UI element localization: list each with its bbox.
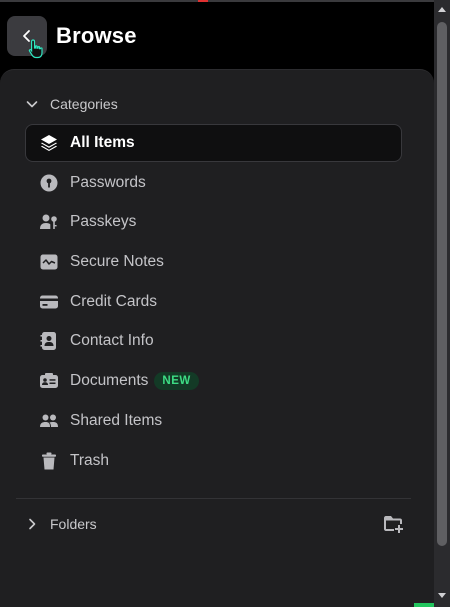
layers-icon — [38, 132, 60, 154]
document-id-icon — [38, 370, 60, 392]
browse-panel: Categories All Items Passwords Passkeys … — [0, 69, 434, 607]
contact-book-icon — [38, 330, 60, 352]
scrollbar[interactable] — [434, 0, 450, 607]
category-item-documents[interactable]: Documents NEW — [25, 362, 402, 400]
item-label: All Items — [70, 134, 135, 151]
chevron-down-icon — [24, 96, 40, 112]
scroll-down-arrow-icon[interactable] — [438, 591, 446, 599]
people-icon — [38, 410, 60, 432]
page-title: Browse — [56, 23, 137, 48]
item-label: Documents — [70, 372, 149, 390]
hand-cursor-icon — [28, 39, 43, 59]
item-label: Shared Items — [70, 411, 163, 429]
add-folder-icon[interactable] — [383, 514, 405, 534]
status-mark — [198, 0, 208, 2]
accent-indicator — [414, 603, 434, 607]
category-item-contact-info[interactable]: Contact Info — [25, 322, 402, 360]
category-list: All Items Passwords Passkeys Secure Note… — [25, 124, 402, 481]
window-top-border — [0, 0, 434, 2]
item-label: Passwords — [70, 173, 146, 191]
scroll-up-arrow-icon[interactable] — [438, 6, 446, 14]
item-label: Secure Notes — [70, 253, 164, 271]
section-divider — [16, 498, 411, 499]
passkey-icon — [38, 211, 60, 233]
categories-label: Categories — [50, 96, 118, 112]
trash-icon — [38, 450, 60, 472]
category-item-all-items[interactable]: All Items — [25, 124, 402, 162]
header: Browse — [0, 0, 434, 70]
folders-label: Folders — [50, 516, 97, 532]
new-badge: NEW — [154, 372, 199, 391]
category-item-passwords[interactable]: Passwords — [25, 164, 402, 202]
key-circle-icon — [38, 172, 60, 194]
chevron-right-icon — [24, 516, 40, 532]
folders-toggle[interactable]: Folders — [24, 516, 97, 532]
categories-toggle[interactable]: Categories — [24, 96, 118, 112]
category-item-shared-items[interactable]: Shared Items — [25, 402, 402, 440]
category-item-passkeys[interactable]: Passkeys — [25, 203, 402, 241]
note-icon — [38, 251, 60, 273]
credit-card-icon — [38, 291, 60, 313]
category-item-secure-notes[interactable]: Secure Notes — [25, 243, 402, 281]
item-label: Passkeys — [70, 213, 137, 231]
item-label: Credit Cards — [70, 292, 157, 310]
item-label: Trash — [70, 451, 110, 469]
scrollbar-thumb[interactable] — [437, 22, 447, 546]
category-item-credit-cards[interactable]: Credit Cards — [25, 283, 402, 321]
category-item-trash[interactable]: Trash — [25, 442, 402, 480]
item-label: Contact Info — [70, 332, 154, 350]
